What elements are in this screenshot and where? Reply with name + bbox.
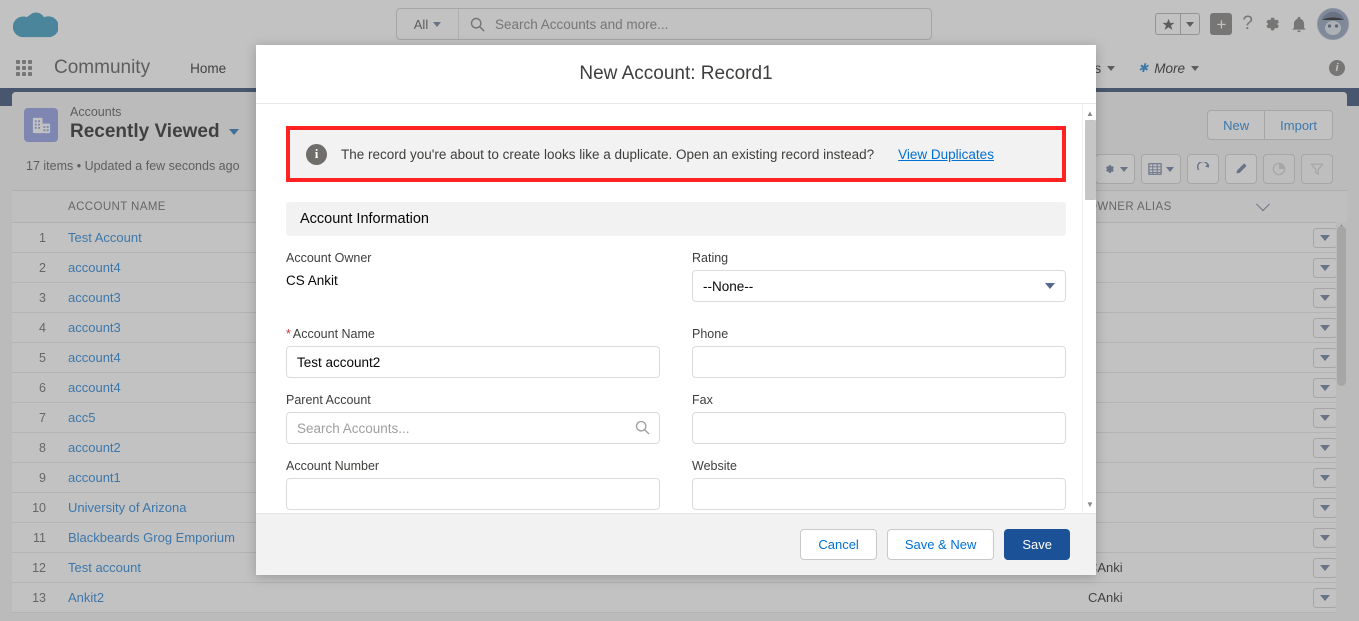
website-input[interactable] bbox=[692, 478, 1066, 510]
field-label: Fax bbox=[692, 393, 713, 407]
scrollbar-thumb[interactable] bbox=[1085, 120, 1096, 200]
duplicate-alert-message: The record you're about to create looks … bbox=[341, 146, 875, 162]
field-website: Website bbox=[692, 458, 1066, 510]
field-account-number: Account Number bbox=[286, 458, 660, 510]
field-label: Rating bbox=[692, 251, 729, 265]
info-icon: i bbox=[306, 143, 327, 165]
new-account-modal: New Account: Record1 i The record you're… bbox=[256, 45, 1096, 575]
field-rating: Rating --None-- bbox=[692, 250, 1066, 302]
phone-input[interactable] bbox=[692, 346, 1066, 378]
field-fax: Fax bbox=[692, 392, 1066, 444]
modal-scrollbar[interactable]: ▲ ▼ bbox=[1082, 104, 1096, 513]
section-title: Account Information bbox=[300, 211, 429, 227]
save-and-new-button[interactable]: Save & New bbox=[886, 529, 995, 560]
scroll-up-arrow-icon[interactable]: ▲ bbox=[1083, 106, 1096, 120]
duplicate-alert-highlight: i The record you're about to create look… bbox=[286, 126, 1066, 182]
parent-account-lookup-input[interactable] bbox=[286, 412, 660, 444]
field-label: Account Owner bbox=[286, 251, 372, 265]
account-owner-value: CS Ankit bbox=[286, 273, 338, 288]
field-label: Phone bbox=[692, 327, 729, 341]
modal-scroll-content: i The record you're about to create look… bbox=[256, 104, 1096, 513]
account-information-fields: Account Owner CS Ankit Rating --None-- *… bbox=[286, 250, 1066, 513]
chevron-down-icon bbox=[1045, 283, 1055, 289]
field-account-name: * Account Name bbox=[286, 326, 660, 378]
screen: All ✕ + ? bbox=[0, 0, 1359, 621]
rating-selected-value: --None-- bbox=[703, 278, 754, 294]
modal-footer: Cancel Save & New Save bbox=[256, 513, 1096, 575]
account-information-section-header[interactable]: Account Information bbox=[286, 202, 1066, 236]
required-asterisk-icon: * bbox=[286, 327, 291, 341]
save-button[interactable]: Save bbox=[1004, 529, 1070, 560]
field-parent-account: Parent Account bbox=[286, 392, 660, 444]
field-label: Account Number bbox=[286, 459, 380, 473]
account-number-input[interactable] bbox=[286, 478, 660, 510]
scroll-down-arrow-icon[interactable]: ▼ bbox=[1083, 497, 1096, 511]
search-icon bbox=[635, 420, 650, 440]
account-name-input[interactable] bbox=[286, 346, 660, 378]
field-phone: Phone bbox=[692, 326, 1066, 378]
modal-title: New Account: Record1 bbox=[579, 63, 773, 84]
duplicate-alert: i The record you're about to create look… bbox=[290, 130, 1062, 178]
field-account-owner: Account Owner CS Ankit bbox=[286, 250, 660, 302]
field-label: Website bbox=[692, 459, 737, 473]
view-duplicates-link[interactable]: View Duplicates bbox=[898, 147, 994, 162]
rating-select[interactable]: --None-- bbox=[692, 270, 1066, 302]
modal-header: New Account: Record1 bbox=[256, 45, 1096, 104]
field-label: * Account Name bbox=[286, 327, 375, 341]
modal-body: i The record you're about to create look… bbox=[256, 104, 1096, 513]
cancel-button[interactable]: Cancel bbox=[800, 529, 877, 560]
field-label: Parent Account bbox=[286, 393, 371, 407]
fax-input[interactable] bbox=[692, 412, 1066, 444]
